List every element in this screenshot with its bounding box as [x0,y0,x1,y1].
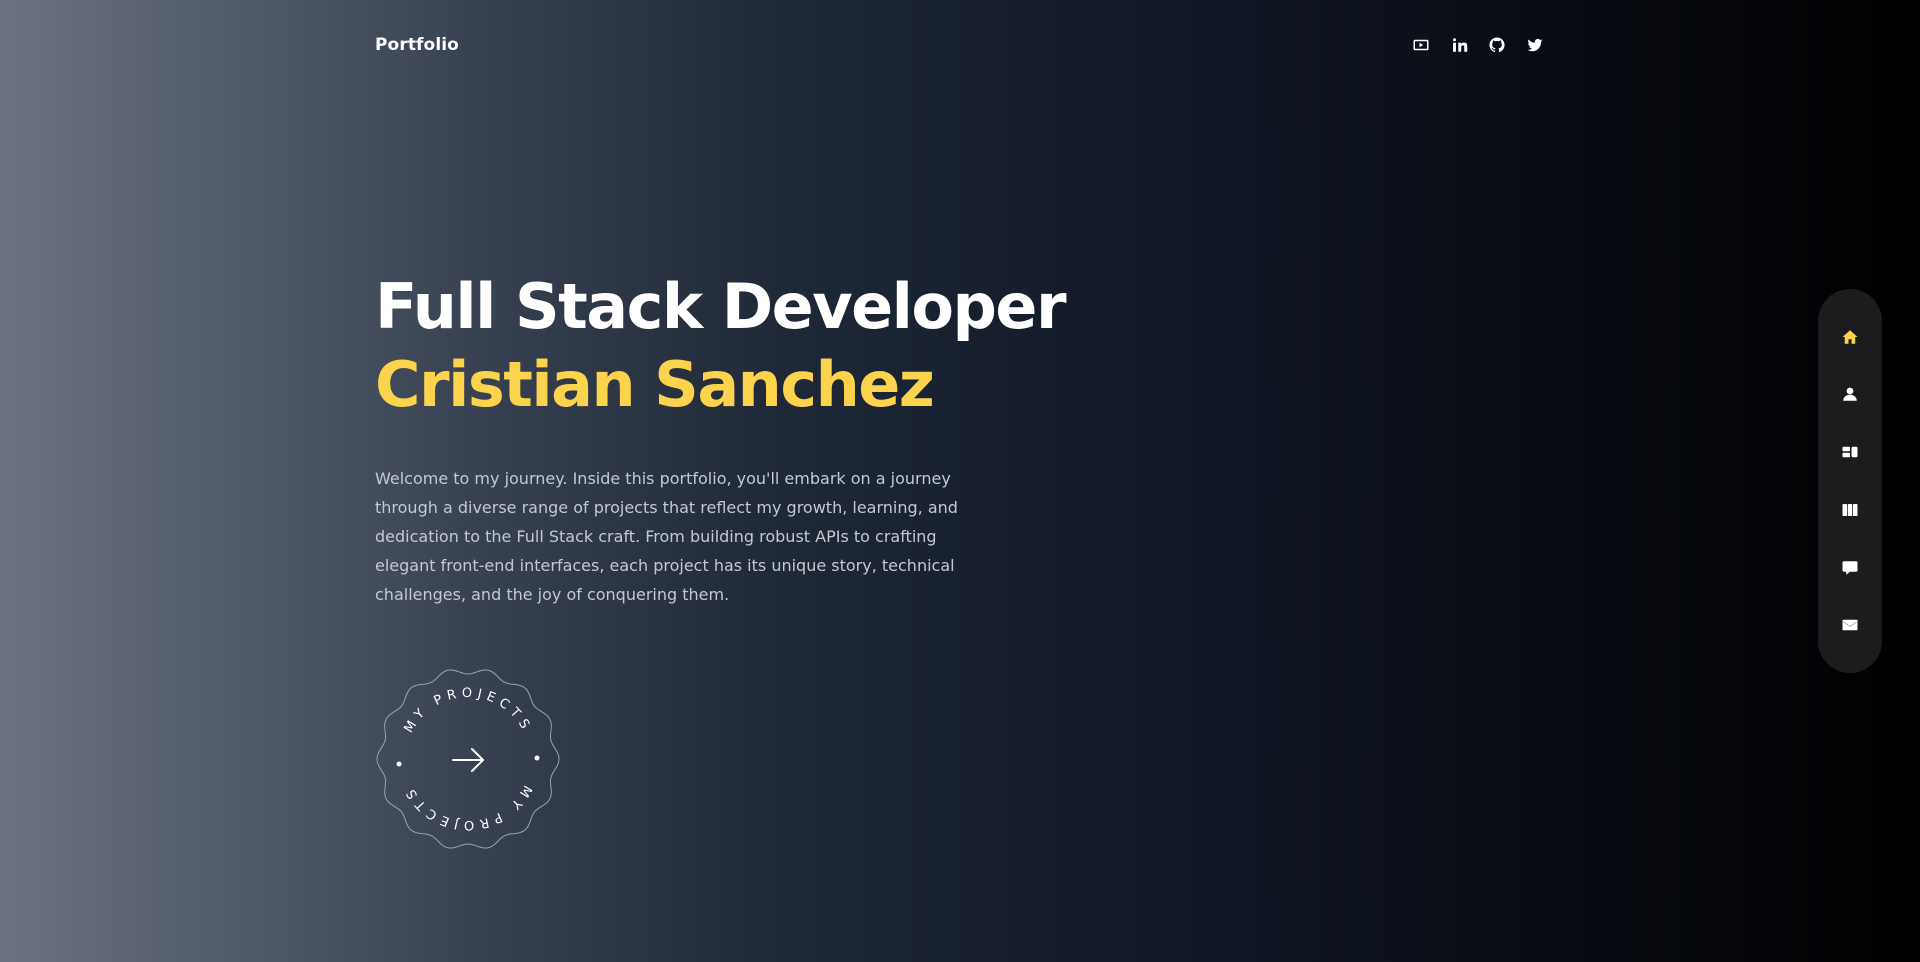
arrow-right-icon [452,748,484,772]
nav-home[interactable] [1830,317,1870,357]
hero-heading: Full Stack Developer Cristian Sanchez [375,268,1175,424]
nav-testimonials[interactable] [1830,548,1870,588]
badge-dot-left [396,761,402,767]
testimonials-icon [1842,560,1858,575]
youtube-icon [1413,39,1429,51]
nav-services[interactable] [1830,432,1870,472]
youtube-link[interactable] [1411,35,1431,55]
projects-badge: MY PROJECTS MY PROJECTS [376,669,560,849]
twitter-icon [1527,38,1543,52]
hero-intro: Welcome to my journey. Inside this portf… [375,469,958,604]
linkedin-icon [1453,38,1468,52]
services-icon [1842,446,1858,458]
hero-name: Cristian Sanchez [375,348,935,421]
site-header: Portfolio [375,0,1545,90]
hero-section: Full Stack Developer Cristian Sanchez We… [375,268,1175,609]
nav-contact[interactable] [1830,605,1870,645]
projects-icon [1842,503,1858,516]
user-icon [1843,388,1857,402]
brand-logo[interactable]: Portfolio [375,35,459,55]
twitter-link[interactable] [1525,35,1545,55]
hero-role: Full Stack Developer [375,270,1067,343]
badge-dot-right [534,755,540,761]
nav-about[interactable] [1830,374,1870,414]
badge-text-top: MY PROJECTS [401,686,534,736]
contact-icon [1842,619,1858,631]
badge-text-bottom: MY PROJECTS [401,782,534,832]
github-link[interactable] [1487,35,1507,55]
social-links [1411,35,1545,55]
nav-projects[interactable] [1830,490,1870,530]
github-icon [1489,37,1505,53]
linkedin-link[interactable] [1449,35,1469,55]
side-navigation [1818,289,1882,673]
home-icon [1842,329,1858,344]
my-projects-button[interactable]: MY PROJECTS MY PROJECTS [375,666,561,852]
